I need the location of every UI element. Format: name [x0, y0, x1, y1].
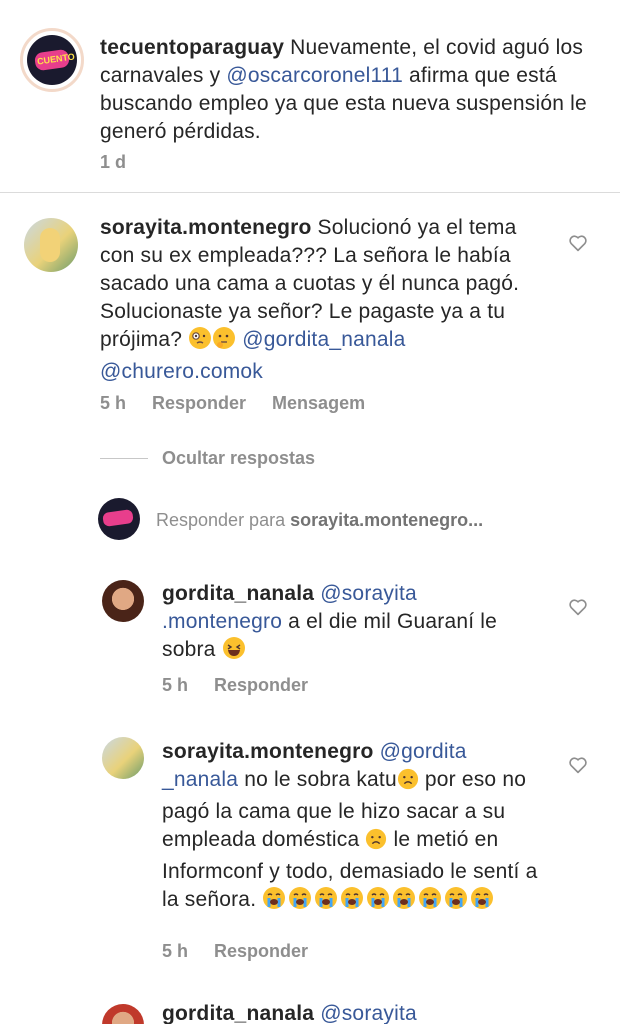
heart-icon — [569, 599, 587, 616]
heart-icon — [569, 235, 587, 252]
comment1-reply-button[interactable]: Responder — [152, 393, 246, 413]
grinning-squinting-face-icon — [222, 636, 246, 668]
post-time: 1 d — [100, 152, 127, 172]
reply1-username[interactable]: gordita_nanala — [162, 582, 314, 605]
comment1-meta: 5 h Responder Mensagem — [100, 393, 391, 414]
reply-input-target: sorayita.montenegro... — [290, 510, 484, 530]
reply-input[interactable]: Responder para sorayita.montenegro... — [156, 510, 483, 531]
reply2-like-button[interactable] — [568, 756, 588, 779]
crying-face-icon — [470, 886, 494, 918]
post-avatar[interactable]: CUENTO — [20, 28, 84, 92]
reply-input-avatar — [98, 498, 140, 540]
comment1-mention-churero[interactable]: @churero.comok — [100, 360, 263, 383]
crying-face-icon — [392, 886, 416, 918]
crying-face-icon — [366, 886, 390, 918]
reply3-text: gordita_nanala @sorayita — [162, 1000, 552, 1024]
comment1-like-button[interactable] — [568, 234, 588, 257]
crying-face-icons — [262, 887, 496, 911]
reply1-text: gordita_nanala @sorayita .montenegro a el… — [162, 580, 552, 668]
comment1-text: sorayita.montenegro Solucionó ya el tema… — [100, 216, 520, 383]
post-mention[interactable]: @oscarcoronel111 — [226, 64, 403, 87]
post-divider — [0, 192, 620, 193]
post-caption: tecuentoparaguay Nuevamente, el covid ag… — [100, 36, 587, 143]
post-username[interactable]: tecuentoparaguay — [100, 36, 284, 59]
heart-icon — [569, 757, 587, 774]
reply3-mention[interactable]: @sorayita — [320, 1002, 417, 1024]
reply1-like-button[interactable] — [568, 598, 588, 621]
hide-replies-button[interactable]: Ocultar respostas — [162, 448, 315, 469]
reply2-avatar[interactable] — [102, 737, 144, 779]
comment1-message-button[interactable]: Mensagem — [272, 393, 365, 413]
reply2-username[interactable]: sorayita.montenegro — [162, 740, 374, 763]
sad-face-icon — [365, 828, 387, 858]
reply3-username[interactable]: gordita_nanala — [162, 1002, 314, 1024]
reply1-reply-button[interactable]: Responder — [214, 675, 308, 695]
comment1-mention-gordita[interactable]: @gordita_nanala — [242, 328, 405, 351]
reply3-avatar[interactable] — [102, 1004, 144, 1024]
crying-face-icon — [262, 886, 286, 918]
reply2-meta: 5 h Responder — [162, 941, 334, 962]
reply2-text: sorayita.montenegro @gordita _nanala no l… — [162, 738, 552, 918]
crying-face-icon — [340, 886, 364, 918]
crying-face-icon — [418, 886, 442, 918]
face-with-monocle-icon — [188, 326, 212, 358]
comment1-username[interactable]: sorayita.montenegro — [100, 216, 312, 239]
crying-face-icon — [444, 886, 468, 918]
reply1-time: 5 h — [162, 675, 189, 695]
sad-face-icon — [397, 768, 419, 798]
thinking-face-icon — [212, 326, 236, 358]
crying-face-icon — [288, 886, 312, 918]
reply1-meta: 5 h Responder — [162, 675, 334, 696]
comment1-avatar[interactable] — [24, 218, 78, 272]
hide-replies-line — [100, 458, 148, 459]
tecuento-logo: CUENTO — [27, 35, 77, 85]
reply2-time: 5 h — [162, 941, 189, 961]
reply1-avatar[interactable] — [102, 580, 144, 622]
reply2-reply-button[interactable]: Responder — [214, 941, 308, 961]
comment1-time: 5 h — [100, 393, 127, 413]
crying-face-icon — [314, 886, 338, 918]
